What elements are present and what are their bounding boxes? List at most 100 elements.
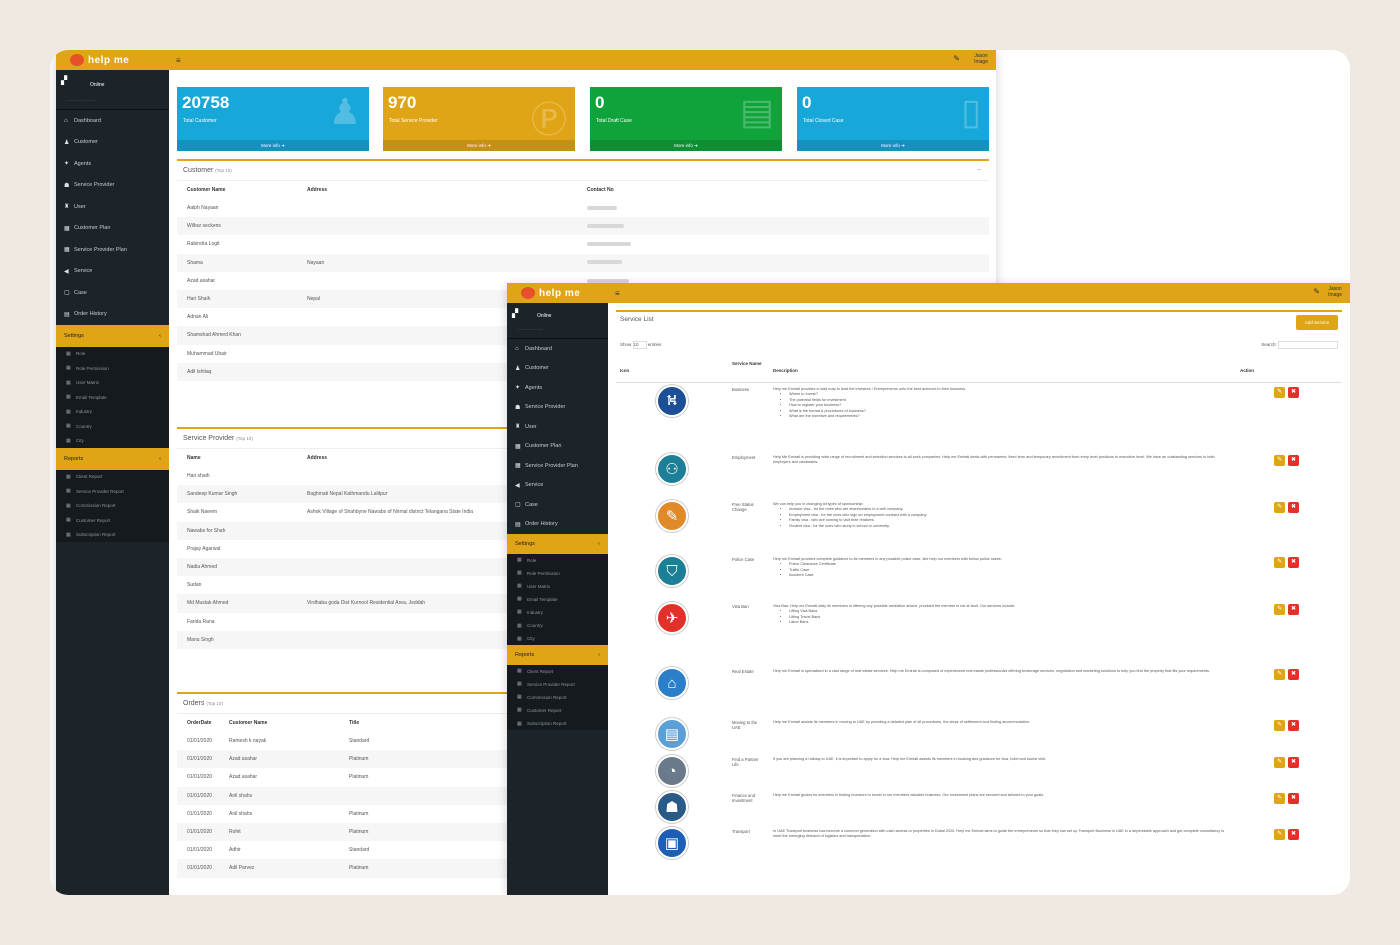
- wrench-icon[interactable]: ✎: [953, 54, 960, 63]
- edit-button[interactable]: ✎: [1274, 757, 1285, 768]
- column-header[interactable]: Description: [773, 368, 798, 373]
- sidebar-item-agents[interactable]: ✦ Agents: [507, 378, 608, 398]
- sidebar-item-order-history[interactable]: ▤ Order History: [56, 304, 169, 326]
- sidebar-item-service[interactable]: ◀ Service: [507, 476, 608, 496]
- sidebar-subitem-country[interactable]: ▦ Country: [507, 618, 608, 633]
- sidebar-item-agents[interactable]: ✦ Agents: [56, 153, 169, 175]
- edit-button[interactable]: ✎: [1274, 557, 1285, 568]
- sidebar-item-settings[interactable]: Settings ‹: [507, 534, 608, 554]
- sidebar-item-reports[interactable]: Reports ‹: [507, 645, 608, 665]
- sidebar-item-customer[interactable]: ♟ Customer: [507, 359, 608, 379]
- sidebar-subitem-email-template[interactable]: ▦ Email Template: [56, 390, 169, 405]
- column-header[interactable]: Customer Name: [177, 181, 297, 199]
- more-info-link[interactable]: More info ➜: [177, 140, 369, 151]
- search-box[interactable]: _ _ _ _ _ _ _ _: [517, 325, 543, 330]
- sidebar-subitem-role-permission[interactable]: ▦ Role Permission: [507, 566, 608, 580]
- more-info-link[interactable]: More info ➜: [590, 140, 782, 151]
- delete-button[interactable]: ✖: [1288, 557, 1299, 568]
- sidebar-item-dashboard[interactable]: ⌂ Dashboard: [507, 339, 608, 359]
- sidebar-subitem-user-matrix[interactable]: ▦ User Matrix: [56, 375, 169, 390]
- column-header[interactable]: Customer Name: [219, 714, 339, 732]
- logo[interactable]: help me: [70, 52, 150, 68]
- sidebar-subitem-city[interactable]: ▦ City: [56, 433, 169, 448]
- sidebar-subitem-role[interactable]: ▦ Role: [56, 346, 169, 361]
- sidebar-item-service-provider-plan[interactable]: ▦ Service Provider Plan: [56, 239, 169, 261]
- edit-button[interactable]: ✎: [1274, 669, 1285, 680]
- sidebar-subitem-customer-report[interactable]: ▦ Customer Report: [56, 513, 169, 528]
- table-row[interactable]: Wilbur seckens: [177, 217, 989, 236]
- more-info-link[interactable]: More info ➜: [797, 140, 989, 151]
- sidebar-item-service-provider-plan[interactable]: ▦ Service Provider Plan: [507, 456, 608, 476]
- sidebar-item-settings[interactable]: Settings ‹: [56, 325, 169, 347]
- sidebar-item-service-provider[interactable]: ☗ Service Provider: [507, 398, 608, 418]
- sidebar-subitem-subscription-report[interactable]: ▦ Subscription Report: [56, 527, 169, 542]
- sidebar-subitem-user-matrix[interactable]: ▦ User Matrix: [507, 579, 608, 593]
- sidebar-item-case[interactable]: ▢ Case: [507, 495, 608, 515]
- search-box[interactable]: _ _ _ _ _ _ _ _ _: [66, 96, 95, 101]
- column-header[interactable]: Contact No: [577, 181, 989, 199]
- edit-button[interactable]: ✎: [1274, 387, 1285, 398]
- sidebar-subitem-client-report[interactable]: ▦ Client Report: [507, 664, 608, 678]
- sidebar-subitem-client-report[interactable]: ▦ Client Report: [56, 469, 169, 484]
- column-header[interactable]: Address: [297, 181, 577, 199]
- column-header[interactable]: Name: [177, 449, 297, 467]
- edit-button[interactable]: ✎: [1274, 720, 1285, 731]
- delete-button[interactable]: ✖: [1288, 387, 1299, 398]
- sidebar-subitem-subscription-report[interactable]: ▦ Subscription Report: [507, 717, 608, 731]
- menu-toggle-icon[interactable]: ≡: [176, 56, 181, 65]
- menu-toggle-icon[interactable]: ≡: [615, 289, 620, 298]
- delete-button[interactable]: ✖: [1288, 720, 1299, 731]
- sidebar-item-case[interactable]: ▢ Case: [56, 282, 169, 304]
- sidebar-item-customer-plan[interactable]: ▦ Customer Plan: [56, 218, 169, 240]
- edit-button[interactable]: ✎: [1274, 829, 1285, 840]
- sidebar-item-dashboard[interactable]: ⌂ Dashboard: [56, 110, 169, 132]
- edit-button[interactable]: ✎: [1274, 502, 1285, 513]
- sidebar-item-customer-plan[interactable]: ▦ Customer Plan: [507, 437, 608, 457]
- user-menu[interactable]: Jason Image: [1328, 286, 1342, 298]
- sidebar-item-service[interactable]: ◀ Service: [56, 261, 169, 283]
- sidebar-subitem-role-permission[interactable]: ▦ Role Permission: [56, 361, 169, 376]
- column-header[interactable]: OrderDate: [177, 714, 219, 732]
- add-service-button[interactable]: Add Service: [1296, 315, 1338, 330]
- sidebar-subitem-commission-report[interactable]: ▦ Commission Report: [56, 498, 169, 513]
- edit-button[interactable]: ✎: [1274, 604, 1285, 615]
- delete-button[interactable]: ✖: [1288, 757, 1299, 768]
- delete-button[interactable]: ✖: [1288, 604, 1299, 615]
- table-row[interactable]: Shama Nayaan: [177, 253, 989, 272]
- delete-button[interactable]: ✖: [1288, 793, 1299, 804]
- edit-button[interactable]: ✎: [1274, 793, 1285, 804]
- sidebar-item-reports[interactable]: Reports ‹: [56, 448, 169, 470]
- sidebar-subitem-customer-report[interactable]: ▦ Customer Report: [507, 703, 608, 718]
- column-header[interactable]: Service Name: [732, 361, 762, 366]
- sidebar-item-customer[interactable]: ♟ Customer: [56, 132, 169, 154]
- entries-select[interactable]: 10: [632, 341, 647, 349]
- sidebar-item-user[interactable]: ♜ User: [507, 417, 608, 437]
- edit-button[interactable]: ✎: [1274, 455, 1285, 466]
- sidebar-subitem-industry[interactable]: ▦ Industry: [56, 404, 169, 419]
- more-info-link[interactable]: More info ➜: [383, 140, 575, 151]
- delete-button[interactable]: ✖: [1288, 829, 1299, 840]
- search-input[interactable]: [1278, 341, 1338, 349]
- sidebar-item-service-provider[interactable]: ☗ Service Provider: [56, 175, 169, 197]
- sidebar-item-order-history[interactable]: ▤ Order History: [507, 515, 608, 535]
- sidebar-subitem-country[interactable]: ▦ Country: [56, 419, 169, 434]
- collapse-icon[interactable]: –: [977, 166, 981, 173]
- delete-button[interactable]: ✖: [1288, 669, 1299, 680]
- user-menu[interactable]: Jason Image: [974, 53, 988, 65]
- sidebar-subitem-city[interactable]: ▦ City: [507, 632, 608, 646]
- sidebar-subitem-industry[interactable]: ▦ Industry: [507, 605, 608, 619]
- sidebar-subitem-email-template[interactable]: ▦ Email Template: [507, 592, 608, 606]
- sidebar-subitem-service-provider-report[interactable]: ▦ Service Provider Report: [507, 677, 608, 691]
- wrench-icon[interactable]: ✎: [1313, 287, 1320, 296]
- sidebar-subitem-service-provider-report[interactable]: ▦ Service Provider Report: [56, 484, 169, 499]
- sidebar-subitem-role[interactable]: ▦ Role: [507, 553, 608, 567]
- table-row[interactable]: Rabindra Logit: [177, 235, 989, 253]
- sidebar-item-user[interactable]: ♜ User: [56, 196, 169, 218]
- logo[interactable]: help me: [521, 285, 601, 301]
- delete-button[interactable]: ✖: [1288, 455, 1299, 466]
- table-row[interactable]: Aalph Nayaan: [177, 199, 989, 217]
- delete-button[interactable]: ✖: [1288, 502, 1299, 513]
- column-header[interactable]: Action: [1240, 368, 1254, 373]
- column-header[interactable]: Icon: [620, 368, 629, 373]
- sidebar-subitem-commission-report[interactable]: ▦ Commission Report: [507, 690, 608, 704]
